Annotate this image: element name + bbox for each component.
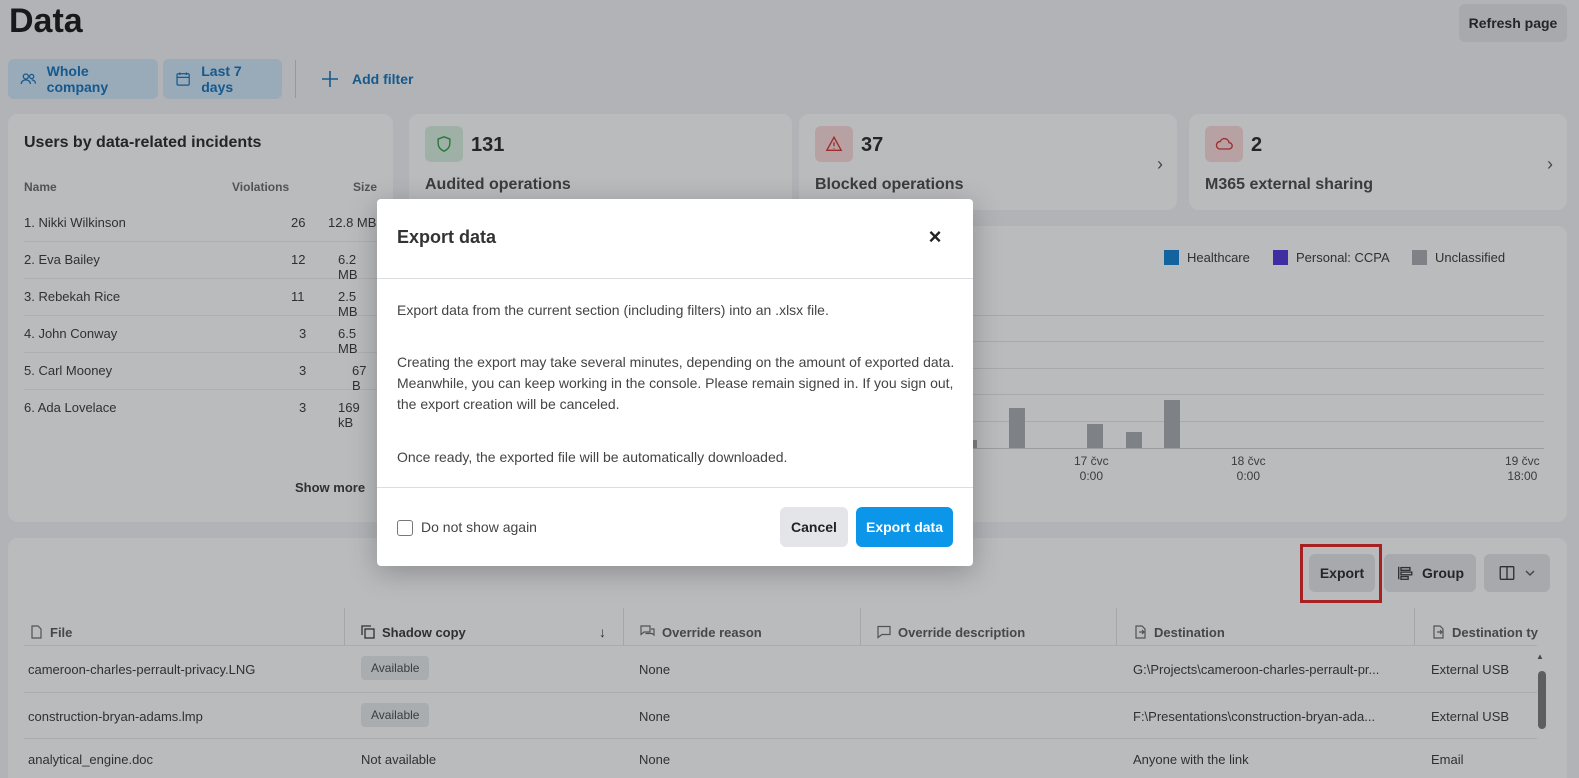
- dialog-text-download: Once ready, the exported file will be au…: [397, 449, 788, 465]
- export-data-button[interactable]: Export data: [856, 507, 953, 547]
- do-not-show-again-checkbox[interactable]: [397, 520, 413, 536]
- dialog-title: Export data: [397, 227, 497, 247]
- page: Data Refresh page Whole company Last 7 d…: [0, 0, 1579, 778]
- dialog-divider: [377, 487, 973, 488]
- cancel-button[interactable]: Cancel: [780, 507, 848, 547]
- dialog-divider: [377, 278, 973, 279]
- dialog-text-intro: Export data from the current section (in…: [397, 302, 829, 318]
- export-data-dialog: Export data × Export data from the curre…: [377, 199, 973, 566]
- dialog-text-duration: Creating the export may take several min…: [397, 354, 955, 412]
- close-icon[interactable]: ×: [923, 225, 947, 249]
- do-not-show-again-label[interactable]: Do not show again: [421, 519, 537, 535]
